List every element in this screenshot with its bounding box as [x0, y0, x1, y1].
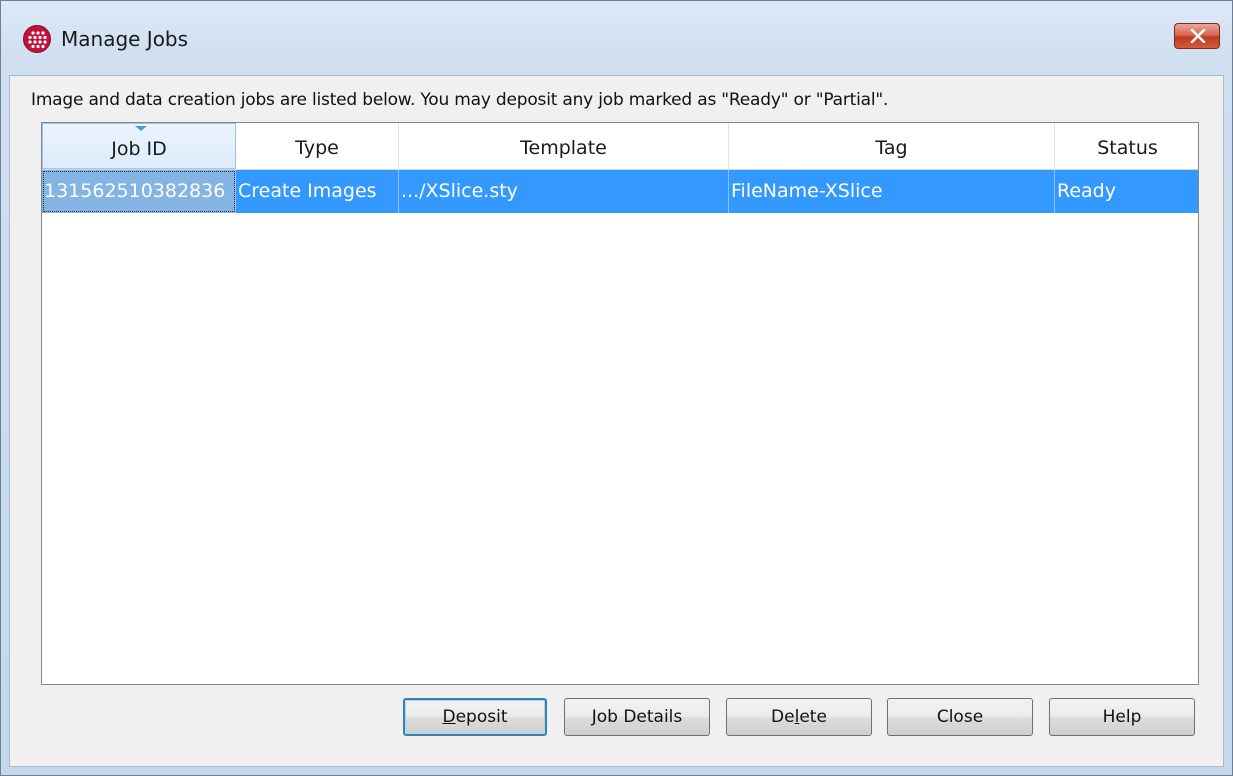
- button-label-part: ob Details: [596, 707, 683, 727]
- help-button[interactable]: Help: [1049, 698, 1195, 736]
- close-button[interactable]: Close: [887, 698, 1033, 736]
- column-label: Type: [295, 137, 339, 159]
- table-header: Job ID Type Template Tag Status: [42, 123, 1198, 170]
- button-label-part: ete: [799, 707, 827, 727]
- column-label: Tag: [875, 137, 908, 159]
- column-header-template[interactable]: Template: [399, 123, 729, 169]
- sort-ascending-icon: [135, 126, 147, 131]
- cell-template: .../XSlice.sty: [399, 170, 729, 213]
- jobs-table[interactable]: Job ID Type Template Tag Status 13156251…: [41, 122, 1199, 685]
- column-header-status[interactable]: Status: [1055, 123, 1198, 169]
- cell-job-id: 131562510382836: [42, 170, 236, 213]
- close-icon: [1190, 29, 1206, 43]
- column-label: Status: [1097, 137, 1158, 159]
- instruction-text: Image and data creation jobs are listed …: [31, 90, 889, 110]
- column-header-type[interactable]: Type: [236, 123, 399, 169]
- delete-button[interactable]: Delete: [726, 698, 872, 736]
- deposit-button[interactable]: Deposit: [403, 698, 547, 736]
- cell-status: Ready: [1057, 180, 1116, 202]
- app-grid-icon: [23, 25, 51, 53]
- column-label: Template: [520, 137, 607, 159]
- button-mnemonic: D: [442, 707, 456, 727]
- column-header-tag[interactable]: Tag: [729, 123, 1055, 169]
- table-row[interactable]: 131562510382836 Create Images .../XSlice…: [42, 170, 1198, 213]
- button-label: Close: [936, 707, 984, 727]
- cell-type: Create Images: [236, 170, 399, 213]
- button-label-part: De: [771, 707, 795, 727]
- close-window-button[interactable]: [1174, 23, 1220, 49]
- window-title: Manage Jobs: [61, 27, 189, 51]
- column-label: Job ID: [111, 138, 167, 160]
- job-details-button[interactable]: Job Details: [564, 698, 710, 736]
- button-label-part: eposit: [455, 707, 508, 727]
- manage-jobs-window: Manage Jobs Image and data creation jobs…: [0, 0, 1233, 776]
- cell-tag: FileName-XSlice: [729, 170, 1055, 213]
- title-bar[interactable]: Manage Jobs: [1, 1, 1232, 75]
- column-header-job-id[interactable]: Job ID: [42, 123, 236, 169]
- button-label: Help: [1102, 707, 1142, 727]
